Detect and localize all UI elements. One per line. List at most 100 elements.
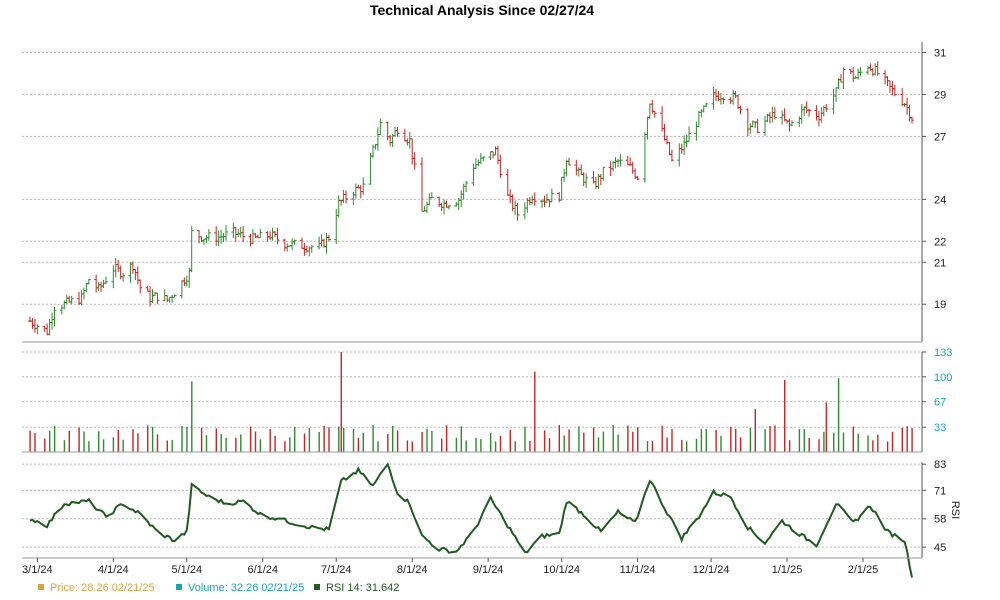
price-bar bbox=[437, 196, 442, 207]
price-bar bbox=[378, 118, 383, 136]
price-bar bbox=[669, 149, 674, 162]
volume-bar bbox=[421, 431, 423, 452]
price-bar bbox=[662, 123, 667, 141]
price-bar bbox=[780, 110, 785, 125]
volume-bar bbox=[842, 432, 845, 452]
volume-bar bbox=[357, 437, 360, 452]
price-bar bbox=[841, 67, 846, 90]
price-bars bbox=[28, 61, 914, 336]
legend-entry: RSI 14: 31.642 bbox=[326, 582, 399, 594]
volume-bar bbox=[338, 426, 340, 452]
price-bar bbox=[150, 289, 155, 304]
price-bar bbox=[851, 67, 856, 83]
price-bar bbox=[189, 225, 194, 273]
volume-bar bbox=[254, 431, 257, 452]
volume-bar bbox=[225, 437, 227, 452]
volume-bar bbox=[274, 435, 276, 452]
volume-bar bbox=[695, 438, 698, 452]
price-bar bbox=[699, 108, 704, 118]
volume-bar bbox=[730, 426, 732, 452]
price-tick-label: 31 bbox=[934, 47, 946, 59]
volume-bar bbox=[117, 429, 119, 452]
volume-bar bbox=[137, 433, 139, 452]
volume-bar bbox=[83, 431, 85, 452]
volume-bar bbox=[249, 426, 252, 452]
price-bar bbox=[522, 202, 527, 220]
price-bar bbox=[601, 166, 606, 181]
volume-bar bbox=[259, 439, 262, 452]
price-bar bbox=[113, 257, 118, 278]
price-bar bbox=[493, 146, 498, 156]
volume-bar bbox=[833, 432, 835, 452]
price-bar bbox=[679, 143, 684, 154]
volume-bar bbox=[592, 427, 595, 452]
price-bar bbox=[165, 295, 170, 303]
price-bar bbox=[299, 237, 304, 249]
price-bar bbox=[505, 168, 510, 196]
price-bar bbox=[248, 233, 253, 247]
rsi-tick-label: 71 bbox=[934, 485, 946, 497]
volume-bar bbox=[637, 427, 639, 452]
volume-bar bbox=[872, 440, 874, 452]
volume-bar bbox=[362, 433, 364, 452]
x-tick-label: 12/1/24 bbox=[693, 564, 730, 576]
volume-bar bbox=[867, 435, 869, 452]
volume-bar bbox=[53, 425, 56, 452]
volume-bar bbox=[151, 426, 154, 452]
volume-bar bbox=[147, 425, 149, 452]
volume-bar bbox=[911, 428, 913, 452]
volume-bar bbox=[392, 425, 394, 452]
price-bar bbox=[59, 304, 64, 315]
price-bar bbox=[231, 223, 236, 239]
price-bar bbox=[35, 324, 40, 335]
price-bar bbox=[395, 126, 400, 137]
volume-bar bbox=[411, 441, 413, 452]
price-bar bbox=[182, 277, 187, 287]
price-bar bbox=[824, 103, 829, 112]
price-bar bbox=[439, 202, 444, 211]
price-bar bbox=[52, 307, 57, 327]
x-tick-label: 8/1/24 bbox=[397, 564, 428, 576]
price-bar bbox=[530, 195, 535, 205]
price-tick-label: 27 bbox=[934, 131, 946, 143]
volume-bar bbox=[68, 431, 70, 452]
volume-bar bbox=[671, 428, 673, 452]
price-bar bbox=[204, 234, 209, 244]
price-bar bbox=[62, 300, 67, 310]
volume-bar bbox=[749, 427, 752, 452]
volume-bar bbox=[441, 438, 443, 452]
price-bar bbox=[216, 230, 221, 247]
volume-bar bbox=[318, 431, 320, 452]
volume-bar bbox=[200, 427, 203, 452]
price-bar bbox=[858, 67, 863, 77]
price-bar bbox=[304, 245, 309, 254]
price-bar bbox=[471, 163, 476, 187]
legend-entry: Price: 28.26 02/21/25 bbox=[50, 582, 155, 594]
volume-bar bbox=[808, 437, 810, 452]
volume-tick-label: 133 bbox=[934, 347, 952, 359]
price-bar bbox=[559, 176, 564, 201]
price-bar bbox=[738, 105, 743, 115]
price-bar bbox=[152, 291, 157, 297]
price-bar bbox=[344, 190, 349, 204]
price-bar bbox=[334, 208, 339, 245]
legend-swatch bbox=[176, 584, 182, 590]
price-bar bbox=[495, 145, 500, 165]
volume-bar bbox=[563, 435, 565, 452]
volume-bar bbox=[63, 440, 66, 452]
volume-bar bbox=[431, 430, 433, 452]
price-bar bbox=[172, 294, 177, 298]
volume-bar bbox=[475, 437, 477, 452]
volume-bar bbox=[877, 434, 879, 452]
price-bar bbox=[128, 262, 133, 283]
volume-bar bbox=[34, 432, 36, 452]
price-bar bbox=[45, 323, 50, 336]
volume-bar bbox=[558, 425, 560, 452]
price-tick-label: 19 bbox=[934, 299, 946, 311]
x-tick-label: 2/1/25 bbox=[848, 564, 879, 576]
price-bar bbox=[118, 265, 123, 280]
x-tick-label: 11/1/24 bbox=[620, 564, 656, 576]
volume-tick-label: 33 bbox=[934, 422, 946, 434]
legend-swatch bbox=[314, 584, 320, 590]
price-bar bbox=[170, 295, 175, 304]
